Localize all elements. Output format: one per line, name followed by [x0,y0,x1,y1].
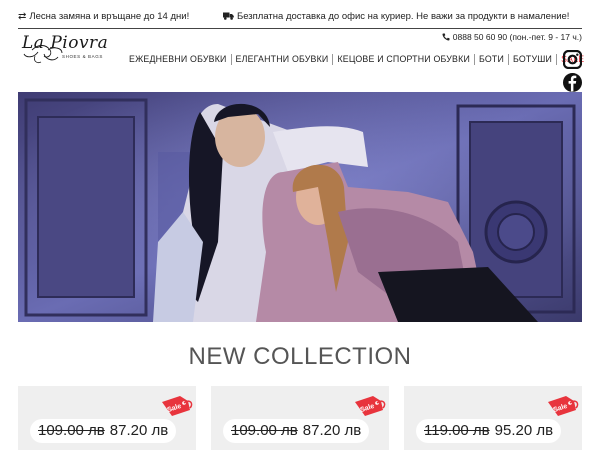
brand-name: La Piovra [22,33,109,53]
nav-item-elegant-shoes[interactable]: ЕЛЕГАНТНИ ОБУВКИ [232,54,333,64]
truck-icon [223,11,234,22]
brand-tagline: SHOES & BAGS [62,54,103,59]
main-nav: ЕЖЕДНЕВНИ ОБУВКИ ЕЛЕГАНТНИ ОБУВКИ КЕЦОВЕ… [125,52,588,66]
phone-icon [442,32,452,42]
exchange-icon: ⇄ [18,11,27,22]
sale-tag-icon: Sale [160,394,194,418]
nav-item-ankle-boots[interactable]: БОТИ [475,54,508,64]
new-price: 87.20 лв [302,422,362,439]
old-price: 109.00 лв [38,422,105,439]
nav-item-boots[interactable]: БОТУШИ [509,54,556,64]
old-price: 109.00 лв [231,422,298,439]
phone-text: 0888 50 60 90 (пон.-пет. 9 - 17 ч.) [452,32,582,42]
product-card[interactable]: Sale 109.00 лв 87.20 лв [18,386,196,450]
page: ⇄ Лесна замяна и връщане до 14 дни! Безпл… [0,0,600,450]
nav-item-sneakers[interactable]: КЕЦОВЕ И СПОРТНИ ОБУВКИ [333,54,474,64]
hero-banner[interactable] [18,92,582,322]
nav-item-everyday-shoes[interactable]: ЕЖЕДНЕВНИ ОБУВКИ [125,54,231,64]
facebook-icon[interactable] [563,73,582,92]
delivery-text: Безплатна доставка до офис на куриер. Не… [237,11,570,22]
returns-info: ⇄ Лесна замяна и връщане до 14 дни! [18,11,189,22]
new-price: 87.20 лв [109,422,169,439]
product-card[interactable]: Sale 119.00 лв 95.20 лв [404,386,582,450]
new-price: 95.20 лв [494,422,554,439]
product-card[interactable]: Sale 109.00 лв 87.20 лв [211,386,389,450]
hero-image [18,92,582,322]
returns-text: Лесна замяна и връщане до 14 дни! [29,11,190,22]
price-label: 109.00 лв 87.20 лв [223,419,370,443]
delivery-info: Безплатна доставка до офис на куриер. Не… [223,11,569,22]
header-divider [18,28,582,29]
sale-tag-icon: Sale [546,394,580,418]
brand-logo[interactable]: La Piovra SHOES & BAGS [18,32,138,66]
old-price: 119.00 лв [424,422,490,439]
price-label: 109.00 лв 87.20 лв [30,419,177,443]
instagram-icon[interactable] [562,49,583,70]
phone-contact[interactable]: 0888 50 60 90 (пон.-пет. 9 - 17 ч.) [442,32,582,42]
price-label: 119.00 лв 95.20 лв [416,419,562,443]
top-info-bar: ⇄ Лесна замяна и връщане до 14 дни! Безпл… [18,11,582,25]
sale-tag-icon: Sale [353,394,387,418]
section-title: NEW COLLECTION [188,343,412,370]
